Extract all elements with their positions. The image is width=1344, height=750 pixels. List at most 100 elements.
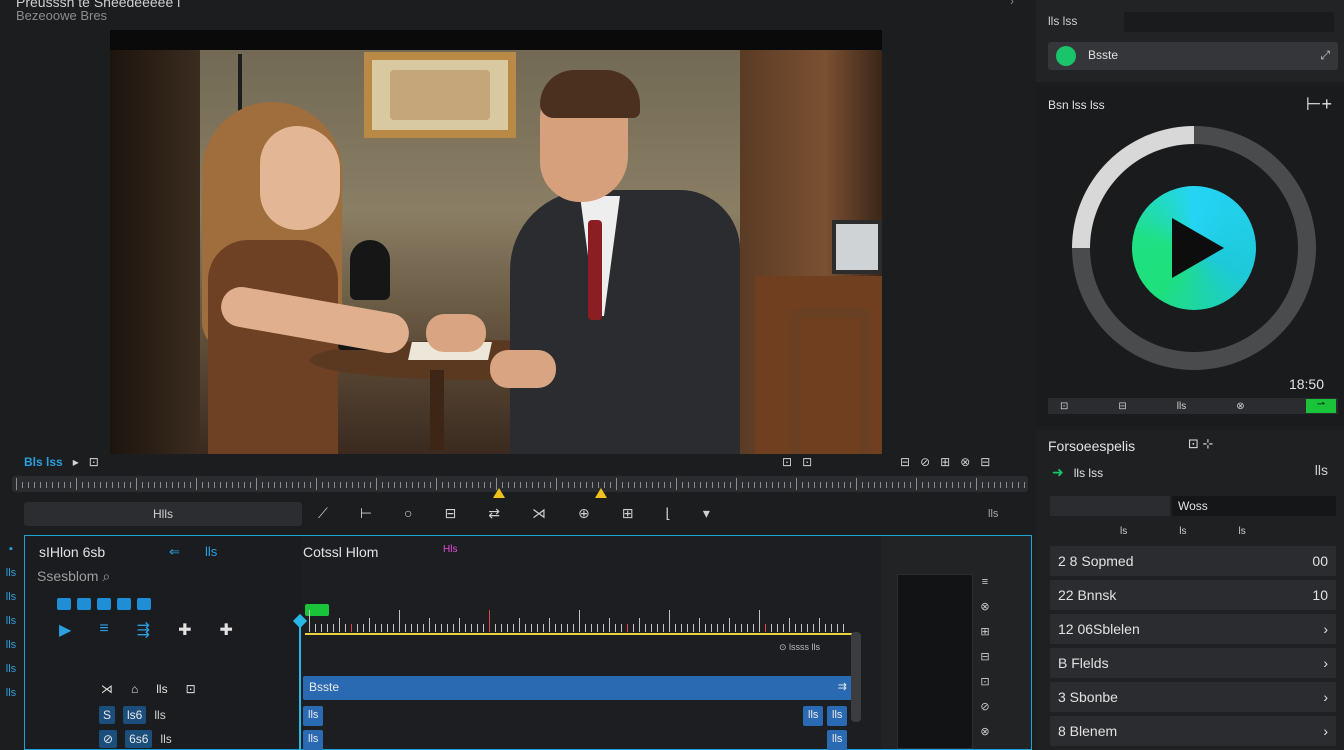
ruler-tick: [843, 624, 844, 632]
ellipse-tool-icon[interactable]: ○: [404, 505, 412, 522]
meter-icon[interactable]: ⊟: [980, 650, 989, 663]
strip-item[interactable]: lls: [6, 663, 16, 675]
zoom-icon[interactable]: ⊞: [940, 455, 950, 469]
player-icon[interactable]: ⊡: [1060, 401, 1068, 412]
grid-tool-icon[interactable]: ⊞: [622, 505, 634, 522]
work-area-bar[interactable]: [305, 633, 853, 635]
close-icon[interactable]: ⊗: [960, 455, 970, 469]
audio-clip[interactable]: lls: [827, 706, 848, 726]
dropdown-icon[interactable]: ▾: [703, 505, 710, 522]
meter-icon[interactable]: ⊗: [980, 725, 989, 738]
scrubber-tick: [256, 478, 257, 490]
viewer-frame-icon[interactable]: ⊡: [89, 455, 99, 469]
settings-icon[interactable]: ⊟: [980, 455, 990, 469]
ruler-tick: [747, 624, 748, 632]
grid-icon[interactable]: ⊟: [900, 455, 910, 469]
strip-item[interactable]: ▪: [9, 543, 13, 555]
meter-icon[interactable]: ⊘: [980, 700, 989, 713]
properties-source-row[interactable]: ➜ lls lss: [1052, 464, 1103, 481]
in-point-marker[interactable]: [493, 488, 505, 498]
meter-icon[interactable]: ⊗: [980, 600, 989, 613]
meter-icon[interactable]: ≡: [982, 576, 988, 588]
hook-tool-icon[interactable]: ⌊: [665, 505, 670, 522]
viewer-mode-label[interactable]: Bls lss: [24, 455, 63, 469]
scrubber-tick: [718, 482, 719, 488]
scrubber-tick: [370, 482, 371, 488]
scrubber-tick: [484, 482, 485, 488]
select-tool-icon[interactable]: ⊢: [360, 505, 372, 522]
play-button[interactable]: [1132, 186, 1256, 310]
audio-clip[interactable]: lls: [827, 730, 848, 750]
program-viewer[interactable]: [110, 30, 882, 454]
ruler-tick: [633, 624, 634, 632]
properties-actions[interactable]: ⊡ ⊹: [1188, 436, 1213, 452]
track-toggles[interactable]: [57, 598, 151, 610]
cut-icon[interactable]: ⋊: [101, 682, 113, 696]
out-point-marker[interactable]: [595, 488, 607, 498]
chevron-icon[interactable]: ›: [1010, 0, 1014, 8]
audio-clip[interactable]: lls: [803, 706, 824, 726]
playhead[interactable]: [299, 616, 301, 749]
list-item[interactable]: 8 Blenem ›: [1050, 716, 1336, 746]
ruler-tick: [339, 618, 340, 632]
expand-icon[interactable]: ⤢: [1320, 48, 1330, 63]
safe-area-icon[interactable]: ⊡: [782, 455, 792, 469]
meter-icon[interactable]: ⊡: [980, 675, 989, 688]
properties-field-left[interactable]: [1050, 496, 1170, 516]
play-icon[interactable]: ▶: [59, 620, 71, 640]
track-head-label[interactable]: lls: [156, 682, 167, 696]
timeline-track-area[interactable]: Cotssl Hlom Hls ⊙ lssss lls Bsste ⇉ lls l…: [292, 536, 881, 750]
stack-icon[interactable]: ⇶: [137, 620, 150, 640]
list-icon[interactable]: ≡: [99, 620, 108, 640]
frame-icon[interactable]: ⊡: [186, 682, 196, 696]
properties-right-icon[interactable]: lls: [1315, 462, 1328, 478]
add-track-icon[interactable]: ✚: [219, 620, 232, 640]
list-item[interactable]: 2 8 Sopmed 00: [1050, 546, 1336, 576]
overlay-icon[interactable]: ⊡: [802, 455, 812, 469]
video-clip[interactable]: Bsste ⇉: [303, 676, 853, 700]
audio-clip[interactable]: lls: [303, 730, 324, 750]
player-icon[interactable]: lls: [1177, 401, 1186, 412]
viewer-play-icon[interactable]: ▸: [73, 455, 79, 469]
scrubber-tick: [742, 482, 743, 488]
right-top-field[interactable]: [1124, 12, 1334, 32]
strip-item[interactable]: lls: [6, 567, 16, 579]
back-icon[interactable]: ⇐: [169, 544, 180, 560]
list-item[interactable]: 12 06Sblelen ›: [1050, 614, 1336, 644]
strip-item[interactable]: lls: [6, 591, 16, 603]
swap-tool-icon[interactable]: ⇄: [488, 505, 500, 522]
track-row[interactable]: ⊘ 6s6 lls: [99, 730, 172, 748]
search-icon[interactable]: ⌕: [102, 568, 110, 584]
pen-tool-icon[interactable]: ⟋: [318, 505, 328, 522]
sequence-label[interactable]: lls: [205, 544, 217, 559]
player-icon[interactable]: ⊟: [1118, 401, 1126, 412]
audio-clip[interactable]: lls: [303, 706, 324, 726]
properties-panel: Forsoeespelis ⊡ ⊹ ➜ lls lss lls Woss ls …: [1036, 430, 1344, 750]
add-icon[interactable]: ⊢+: [1306, 94, 1332, 115]
player-icon[interactable]: ⊗: [1236, 401, 1244, 412]
add-icon[interactable]: ✚: [178, 620, 191, 640]
list-item[interactable]: 3 Sbonbe ›: [1050, 682, 1336, 712]
scrubber-tick: [190, 482, 191, 488]
output-toggle[interactable]: ⇀: [1306, 399, 1336, 413]
frame-tool-icon[interactable]: ⊟: [444, 505, 456, 522]
home-icon[interactable]: ⌂: [131, 682, 138, 696]
scrubber-tick: [148, 482, 149, 488]
properties-field-value[interactable]: Woss: [1172, 496, 1336, 516]
list-item[interactable]: 22 Bnnsk 10: [1050, 580, 1336, 610]
tool-end-label[interactable]: lls: [988, 508, 998, 520]
meter-icon[interactable]: ⊞: [980, 625, 989, 638]
preset-selector[interactable]: Bsste ⤢: [1048, 42, 1338, 70]
list-item[interactable]: B Flelds ›: [1050, 648, 1336, 678]
strip-item[interactable]: lls: [6, 639, 16, 651]
tool-preset-box[interactable]: Hlls: [24, 502, 302, 526]
track-row[interactable]: S ls6 lls: [99, 706, 166, 724]
zoom-tool-icon[interactable]: ⊕: [578, 505, 590, 522]
razor-tool-icon[interactable]: ⋊: [532, 505, 546, 522]
mask-icon[interactable]: ⊘: [920, 455, 930, 469]
scrubber-bar[interactable]: [12, 476, 1028, 492]
timeline-scrollbar[interactable]: [851, 632, 861, 722]
ruler-tick: [501, 624, 502, 632]
strip-item[interactable]: lls: [6, 615, 16, 627]
strip-item[interactable]: lls: [6, 687, 16, 699]
